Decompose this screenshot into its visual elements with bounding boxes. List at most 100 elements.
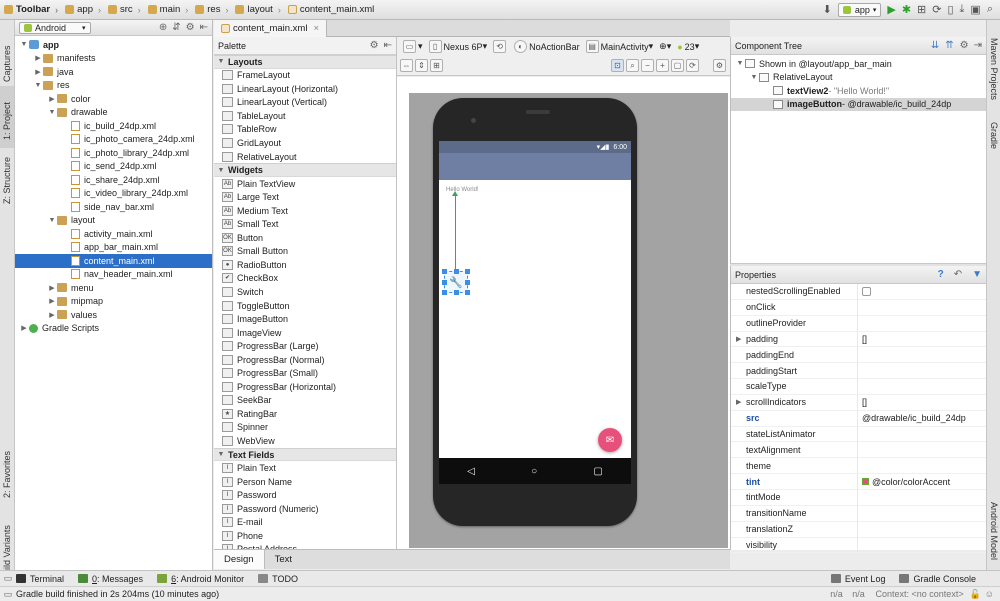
palette-item[interactable]: I Person Name [214, 475, 396, 489]
settings-gear-icon[interactable]: ⚙ [370, 40, 379, 51]
zoom-out-icon[interactable]: − [641, 59, 654, 72]
tree-item[interactable]: app_bar_main.xml [15, 241, 212, 255]
sdk-manager-icon[interactable]: ⤓ [957, 2, 968, 18]
property-value[interactable]: @color/colorAccent [858, 474, 986, 489]
property-row[interactable]: tintMode [731, 489, 986, 506]
resize-handle[interactable] [465, 269, 470, 274]
palette-item[interactable]: ProgressBar (Large) [214, 339, 396, 353]
breadcrumb-item[interactable]: layout › [231, 0, 283, 20]
property-row[interactable]: visibility [731, 537, 986, 554]
resize-handle[interactable] [465, 280, 470, 285]
palette-item[interactable]: ★ RatingBar [214, 407, 396, 421]
bottom-tool-messages[interactable]: 0: Messages [78, 574, 143, 584]
tree-item[interactable]: ic_send_24dp.xml [15, 160, 212, 174]
chevron-down-icon[interactable]: ▼ [19, 41, 29, 48]
inspector-icon[interactable]: ☺ [985, 589, 994, 599]
property-value[interactable]: [] [858, 332, 986, 347]
fab-mail-icon[interactable]: ✉ [598, 428, 622, 452]
fit-height-icon[interactable]: ⇕ [415, 59, 428, 72]
tree-item[interactable]: side_nav_bar.xml [15, 200, 212, 214]
expand-all-icon[interactable]: ⇊ [931, 40, 939, 51]
bottom-tool-android-monitor[interactable]: 6: Android Monitor [157, 574, 244, 584]
tab-content-main[interactable]: content_main.xml × [214, 19, 328, 37]
palette-item[interactable]: ● RadioButton [214, 258, 396, 272]
property-value[interactable] [858, 379, 986, 394]
palette-item[interactable]: TableRow [214, 123, 396, 137]
recents-icon[interactable]: ▢ [593, 466, 602, 477]
palette-item[interactable]: ImageButton [214, 312, 396, 326]
tree-item[interactable]: ▶ java [15, 65, 212, 79]
orientation-icon[interactable]: ⟲ [490, 39, 511, 55]
bottom-tool-event-log[interactable]: Event Log [830, 574, 885, 584]
favorites-tab[interactable]: 2: Favorites [2, 451, 12, 498]
palette-item[interactable]: Ab Large Text [214, 190, 396, 204]
palette-item[interactable]: OK Small Button [214, 245, 396, 259]
palette-item[interactable]: I E-mail [214, 515, 396, 529]
chevron-right-icon[interactable]: ▶ [19, 324, 29, 332]
palette-item[interactable]: ProgressBar (Normal) [214, 353, 396, 367]
property-value[interactable] [858, 300, 986, 315]
property-value[interactable] [858, 363, 986, 378]
chevron-right-icon[interactable]: ▶ [736, 398, 741, 406]
property-value[interactable] [858, 458, 986, 473]
property-row[interactable]: ▶ padding [] [731, 331, 986, 348]
tree-item[interactable]: ▶ mipmap [15, 295, 212, 309]
tree-item[interactable]: ▶ menu [15, 281, 212, 295]
property-value[interactable] [858, 506, 986, 521]
palette-item[interactable]: I Password [214, 488, 396, 502]
device-monitor-icon[interactable]: ▣ [967, 2, 983, 18]
tree-item[interactable]: ic_photo_camera_24dp.xml [15, 133, 212, 147]
palette-item[interactable]: Ab Plain TextView [214, 177, 396, 191]
property-value[interactable] [858, 347, 986, 362]
property-value[interactable] [858, 522, 986, 537]
property-value[interactable] [858, 427, 986, 442]
zoom-actual-icon[interactable]: ⌕ [626, 59, 639, 72]
tree-item[interactable]: content_main.xml [15, 254, 212, 268]
tree-item[interactable]: ▼ drawable [15, 106, 212, 120]
bottom-tool-todo[interactable]: TODO [258, 574, 298, 584]
tree-item[interactable]: ▼ app [15, 38, 212, 52]
status-toggle-icon[interactable]: ▭ [0, 589, 16, 600]
palette-item[interactable]: Ab Medium Text [214, 204, 396, 218]
settings-gear-icon[interactable]: ⚙ [713, 59, 726, 72]
activity-select[interactable]: ▤ MainActivity ▾ [583, 39, 657, 55]
chevron-down-icon[interactable]: ▼ [735, 60, 745, 67]
filter-icon[interactable]: ▼ [972, 269, 982, 280]
palette-item[interactable]: ProgressBar (Horizontal) [214, 380, 396, 394]
hide-panel-icon[interactable]: ⇤ [200, 22, 208, 33]
breadcrumb-item[interactable]: main › [144, 0, 192, 20]
help-icon[interactable]: ? [938, 269, 944, 280]
component-tree-item[interactable]: imageButton - @drawable/ic_build_24dp [731, 97, 986, 111]
component-tree-item[interactable]: ▼ RelativeLayout [731, 71, 986, 85]
palette-item[interactable]: OK Button [214, 231, 396, 245]
palette-item[interactable]: RelativeLayout [214, 150, 396, 164]
breadcrumb-item[interactable]: content_main.xml [284, 0, 377, 20]
property-value[interactable]: @drawable/ic_build_24dp [858, 411, 986, 426]
chevron-down-icon[interactable]: ▼ [33, 82, 43, 89]
palette-item[interactable]: TableLayout [214, 109, 396, 123]
structure-tab[interactable]: Z: Structure [2, 157, 12, 204]
palette-group-header[interactable]: ▼ Widgets [214, 163, 396, 177]
palette-item[interactable]: WebView [214, 434, 396, 448]
captures-tab[interactable]: Captures [2, 45, 12, 82]
restore-default-icon[interactable]: ↶ [954, 269, 962, 280]
tool-window-toggle-icon[interactable]: ▭ [0, 573, 16, 584]
tree-item[interactable]: ▶ values [15, 308, 212, 322]
resize-handle[interactable] [442, 269, 447, 274]
resize-handle[interactable] [465, 290, 470, 295]
context-status[interactable]: Context: <no context> [876, 589, 964, 599]
property-value[interactable] [858, 316, 986, 331]
property-row[interactable]: nestedScrollingEnabled [731, 284, 986, 300]
palette-group-header[interactable]: ▼ Text Fields [214, 447, 396, 462]
component-tree-item[interactable]: ▼ Shown in @layout/app_bar_main [731, 57, 986, 71]
design-mode-select[interactable]: ▭ ▾ [400, 39, 426, 55]
tree-item[interactable]: ▶ manifests [15, 52, 212, 66]
chevron-right-icon[interactable]: ▶ [47, 297, 57, 305]
chevron-right-icon[interactable]: ▶ [33, 54, 43, 62]
property-row[interactable]: transitionName [731, 505, 986, 522]
tree-item[interactable]: ▶ Gradle Scripts [15, 322, 212, 336]
zoom-in-icon[interactable]: + [656, 59, 669, 72]
tree-item[interactable]: ic_photo_library_24dp.xml [15, 146, 212, 160]
android-model-tab[interactable]: Android Model [989, 502, 999, 560]
palette-item[interactable]: ✔ CheckBox [214, 272, 396, 286]
